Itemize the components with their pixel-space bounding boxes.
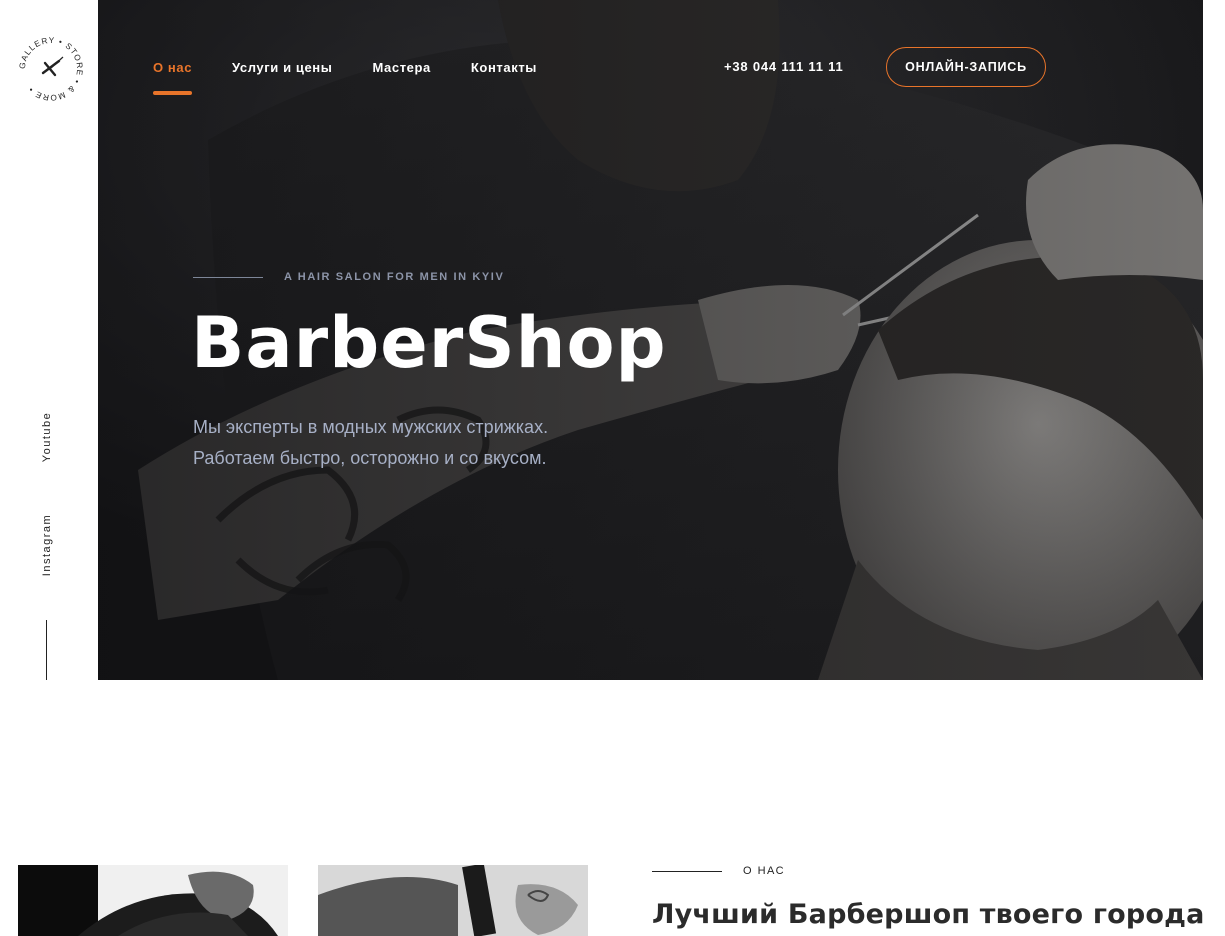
instagram-link[interactable]: Instagram	[33, 500, 61, 590]
online-booking-button[interactable]: ОНЛАЙН-ЗАПИСЬ	[886, 47, 1046, 87]
about-eyebrow: О НАС	[652, 865, 785, 877]
brand-logo[interactable]: GALLERY • STORE • & MORE •	[15, 33, 87, 105]
about-photo-1	[18, 865, 288, 936]
about-eyebrow-line	[652, 870, 722, 872]
eyebrow-line	[193, 276, 263, 278]
left-rail: GALLERY • STORE • & MORE • Youtube Insta…	[0, 0, 98, 680]
nav-item-services[interactable]: Услуги и цены	[232, 60, 332, 95]
phone-number[interactable]: +38 044 111 11 11	[724, 59, 844, 74]
nav-item-about[interactable]: О нас	[153, 60, 193, 95]
about-eyebrow-text: О НАС	[743, 865, 786, 877]
hero-eyebrow-text: A HAIR SALON FOR MEN IN KYIV	[284, 271, 505, 283]
about-title: Лучший Барбершоп твоего города	[652, 899, 1205, 930]
hero-eyebrow: A HAIR SALON FOR MEN IN KYIV	[193, 271, 504, 283]
about-photo-2	[318, 865, 588, 936]
main-nav: О нас Услуги и цены Мастера Контакты	[153, 60, 577, 95]
nav-item-contacts[interactable]: Контакты	[471, 60, 537, 95]
youtube-label[interactable]: Youtube	[41, 412, 53, 462]
nav-item-masters[interactable]: Мастера	[372, 60, 430, 95]
hero-subtitle-line-2: Работаем быстро, осторожно и со вкусом.	[193, 448, 547, 468]
hero-title: BarberShop	[191, 302, 667, 384]
hero-section: О нас Услуги и цены Мастера Контакты +38…	[98, 0, 1203, 680]
hero-subtitle: Мы эксперты в модных мужских стрижках. Р…	[193, 412, 548, 474]
youtube-link[interactable]: Youtube	[33, 397, 61, 477]
hero-subtitle-line-1: Мы эксперты в модных мужских стрижках.	[193, 417, 549, 437]
rail-divider	[46, 620, 47, 680]
razor-icon: GALLERY • STORE • & MORE •	[18, 36, 83, 102]
instagram-label[interactable]: Instagram	[41, 514, 53, 576]
